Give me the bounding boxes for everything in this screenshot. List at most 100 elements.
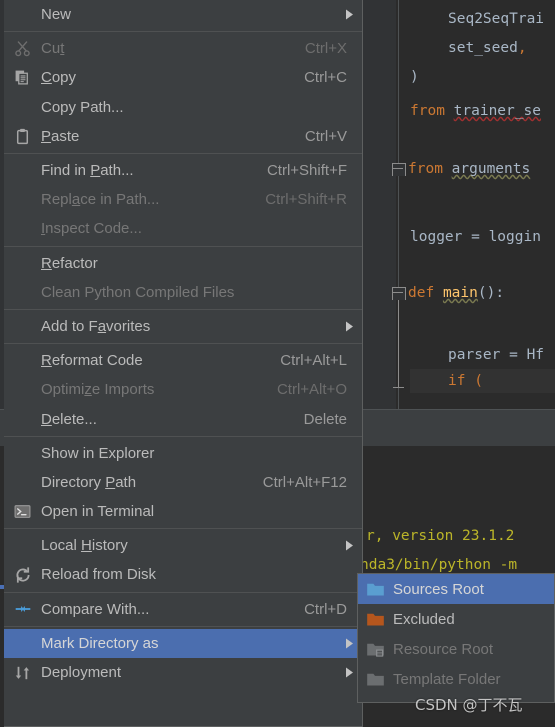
menu-item-label: Cut (41, 40, 65, 58)
menu-item-refactor[interactable]: Refactor (4, 249, 362, 278)
menu-item-label: Replace in Path... (41, 191, 160, 209)
no-icon (4, 214, 41, 243)
menu-item-new[interactable]: New (4, 0, 362, 29)
menu-item-label: Paste (41, 127, 80, 145)
menu-item-label: Delete... (41, 410, 97, 428)
menu-item-mark-directory-as[interactable]: Mark Directory as (4, 628, 362, 658)
menu-item-label: Show in Explorer (41, 444, 155, 462)
console-line: r, version 23.1.2 (366, 528, 515, 544)
no-icon (4, 156, 41, 185)
menu-item-find-in-path[interactable]: Find in Path... Ctrl+Shift+F (4, 156, 362, 185)
no-icon (4, 468, 41, 497)
submenu-item-label: Sources Root (393, 580, 484, 598)
no-icon (4, 312, 41, 341)
menu-item-label: Compare With... (41, 600, 150, 618)
menu-item-label: Reformat Code (41, 352, 143, 370)
menu-item-shortcut: Ctrl+Shift+F (266, 162, 347, 180)
terminal-icon (4, 497, 41, 526)
code-fold-marker[interactable] (392, 287, 406, 300)
menu-item-deployment[interactable]: Deployment (4, 658, 362, 687)
copy-icon (4, 63, 41, 92)
code-line: parser = Hf (448, 347, 545, 363)
menu-item-label: Reload from Disk (41, 566, 157, 584)
code-line: logger = loggin (410, 229, 541, 245)
submenu-arrow-icon (342, 312, 362, 341)
submenu-item-label: Resource Root (393, 640, 494, 658)
scissors-icon (4, 34, 41, 63)
menu-item-shortcut: Delete (303, 410, 347, 428)
submenu-arrow-icon (342, 531, 362, 560)
compare-icon (4, 595, 41, 624)
menu-item-local-history[interactable]: Local History (4, 531, 362, 560)
folder-template-icon (358, 670, 393, 689)
no-icon (4, 346, 41, 375)
menu-item-label: Deployment (41, 664, 122, 682)
menu-item-reload-from-disk[interactable]: Reload from Disk (4, 560, 362, 589)
folder-orange-icon (358, 610, 393, 629)
menu-separator (4, 31, 362, 33)
menu-item-paste[interactable]: Paste Ctrl+V (4, 122, 362, 151)
menu-item-shortcut: Ctrl+V (304, 127, 347, 145)
no-icon (4, 531, 41, 560)
fold-region-end (393, 387, 404, 388)
menu-item-shortcut: Ctrl+C (304, 69, 347, 87)
menu-item-shortcut: Ctrl+X (304, 40, 347, 58)
menu-item-optimize-imports: Optimize Imports Ctrl+Alt+O (4, 375, 362, 404)
no-icon (4, 278, 41, 307)
menu-item-shortcut: Ctrl+Alt+L (280, 352, 347, 370)
deployment-icon (4, 658, 41, 687)
menu-item-label: Optimize Imports (41, 381, 155, 399)
menu-item-label: Clean Python Compiled Files (41, 283, 235, 301)
code-line: from trainer_se (410, 103, 541, 119)
submenu-item-label: Excluded (393, 610, 455, 628)
submenu-item-sources-root[interactable]: Sources Root (358, 574, 554, 604)
no-icon (4, 629, 41, 658)
submenu-item-excluded[interactable]: Excluded (358, 604, 554, 634)
menu-item-replace-in-path: Replace in Path... Ctrl+Shift+R (4, 185, 362, 214)
menu-item-label: Local History (41, 537, 128, 555)
code-line: from arguments (408, 161, 531, 177)
no-icon (4, 439, 41, 468)
menu-item-inspect-code: Inspect Code... (4, 214, 362, 243)
no-icon (4, 375, 41, 404)
menu-item-clean-python-compiled-files: Clean Python Compiled Files (4, 278, 362, 307)
submenu-item-label: Template Folder (393, 670, 501, 688)
folder-resource-icon (358, 640, 393, 659)
menu-item-label: Inspect Code... (41, 220, 142, 238)
menu-separator (4, 435, 362, 437)
code-fold-marker[interactable] (392, 163, 406, 176)
mark-directory-as-submenu[interactable]: Sources Root Excluded Resource Root Temp… (357, 573, 555, 703)
menu-item-shortcut: Ctrl+Alt+O (276, 381, 347, 399)
menu-item-shortcut: Ctrl+Shift+R (265, 191, 347, 209)
menu-item-label: Copy (41, 69, 77, 87)
submenu-arrow-icon (342, 0, 362, 29)
submenu-item-resource-root: Resource Root (358, 634, 554, 664)
menu-item-compare-with[interactable]: Compare With... Ctrl+D (4, 595, 362, 624)
menu-item-open-in-terminal[interactable]: Open in Terminal (4, 497, 362, 526)
menu-item-label: Add to Favorites (41, 317, 151, 335)
menu-item-copy[interactable]: Copy Ctrl+C (4, 63, 362, 92)
menu-separator (4, 343, 362, 345)
no-icon (4, 404, 41, 433)
menu-item-shortcut: Ctrl+D (304, 600, 347, 618)
code-line: if ( (448, 373, 483, 389)
submenu-item-template-folder: Template Folder (358, 664, 554, 694)
context-menu[interactable]: New Cut Ctrl+X Copy Ctrl+C Copy Path... Pas… (4, 0, 363, 727)
menu-item-shortcut: Ctrl+Alt+F12 (262, 473, 347, 491)
reload-icon (4, 560, 41, 589)
code-line: set_seed, (448, 40, 527, 56)
menu-separator (4, 245, 362, 247)
menu-separator (4, 528, 362, 530)
no-icon (4, 185, 41, 214)
menu-item-label: Copy Path... (41, 98, 124, 116)
menu-item-label: New (41, 6, 72, 24)
menu-item-add-to-favorites[interactable]: Add to Favorites (4, 312, 362, 341)
menu-item-label: Find in Path... (41, 162, 134, 180)
code-line: Seq2SeqTrai (448, 11, 545, 27)
menu-item-reformat-code[interactable]: Reformat Code Ctrl+Alt+L (4, 346, 362, 375)
menu-item-delete[interactable]: Delete... Delete (4, 404, 362, 433)
menu-item-show-in-explorer[interactable]: Show in Explorer (4, 439, 362, 468)
fold-region-line (398, 300, 399, 388)
menu-item-directory-path[interactable]: Directory Path Ctrl+Alt+F12 (4, 468, 362, 497)
menu-item-copy-path[interactable]: Copy Path... (4, 93, 362, 122)
